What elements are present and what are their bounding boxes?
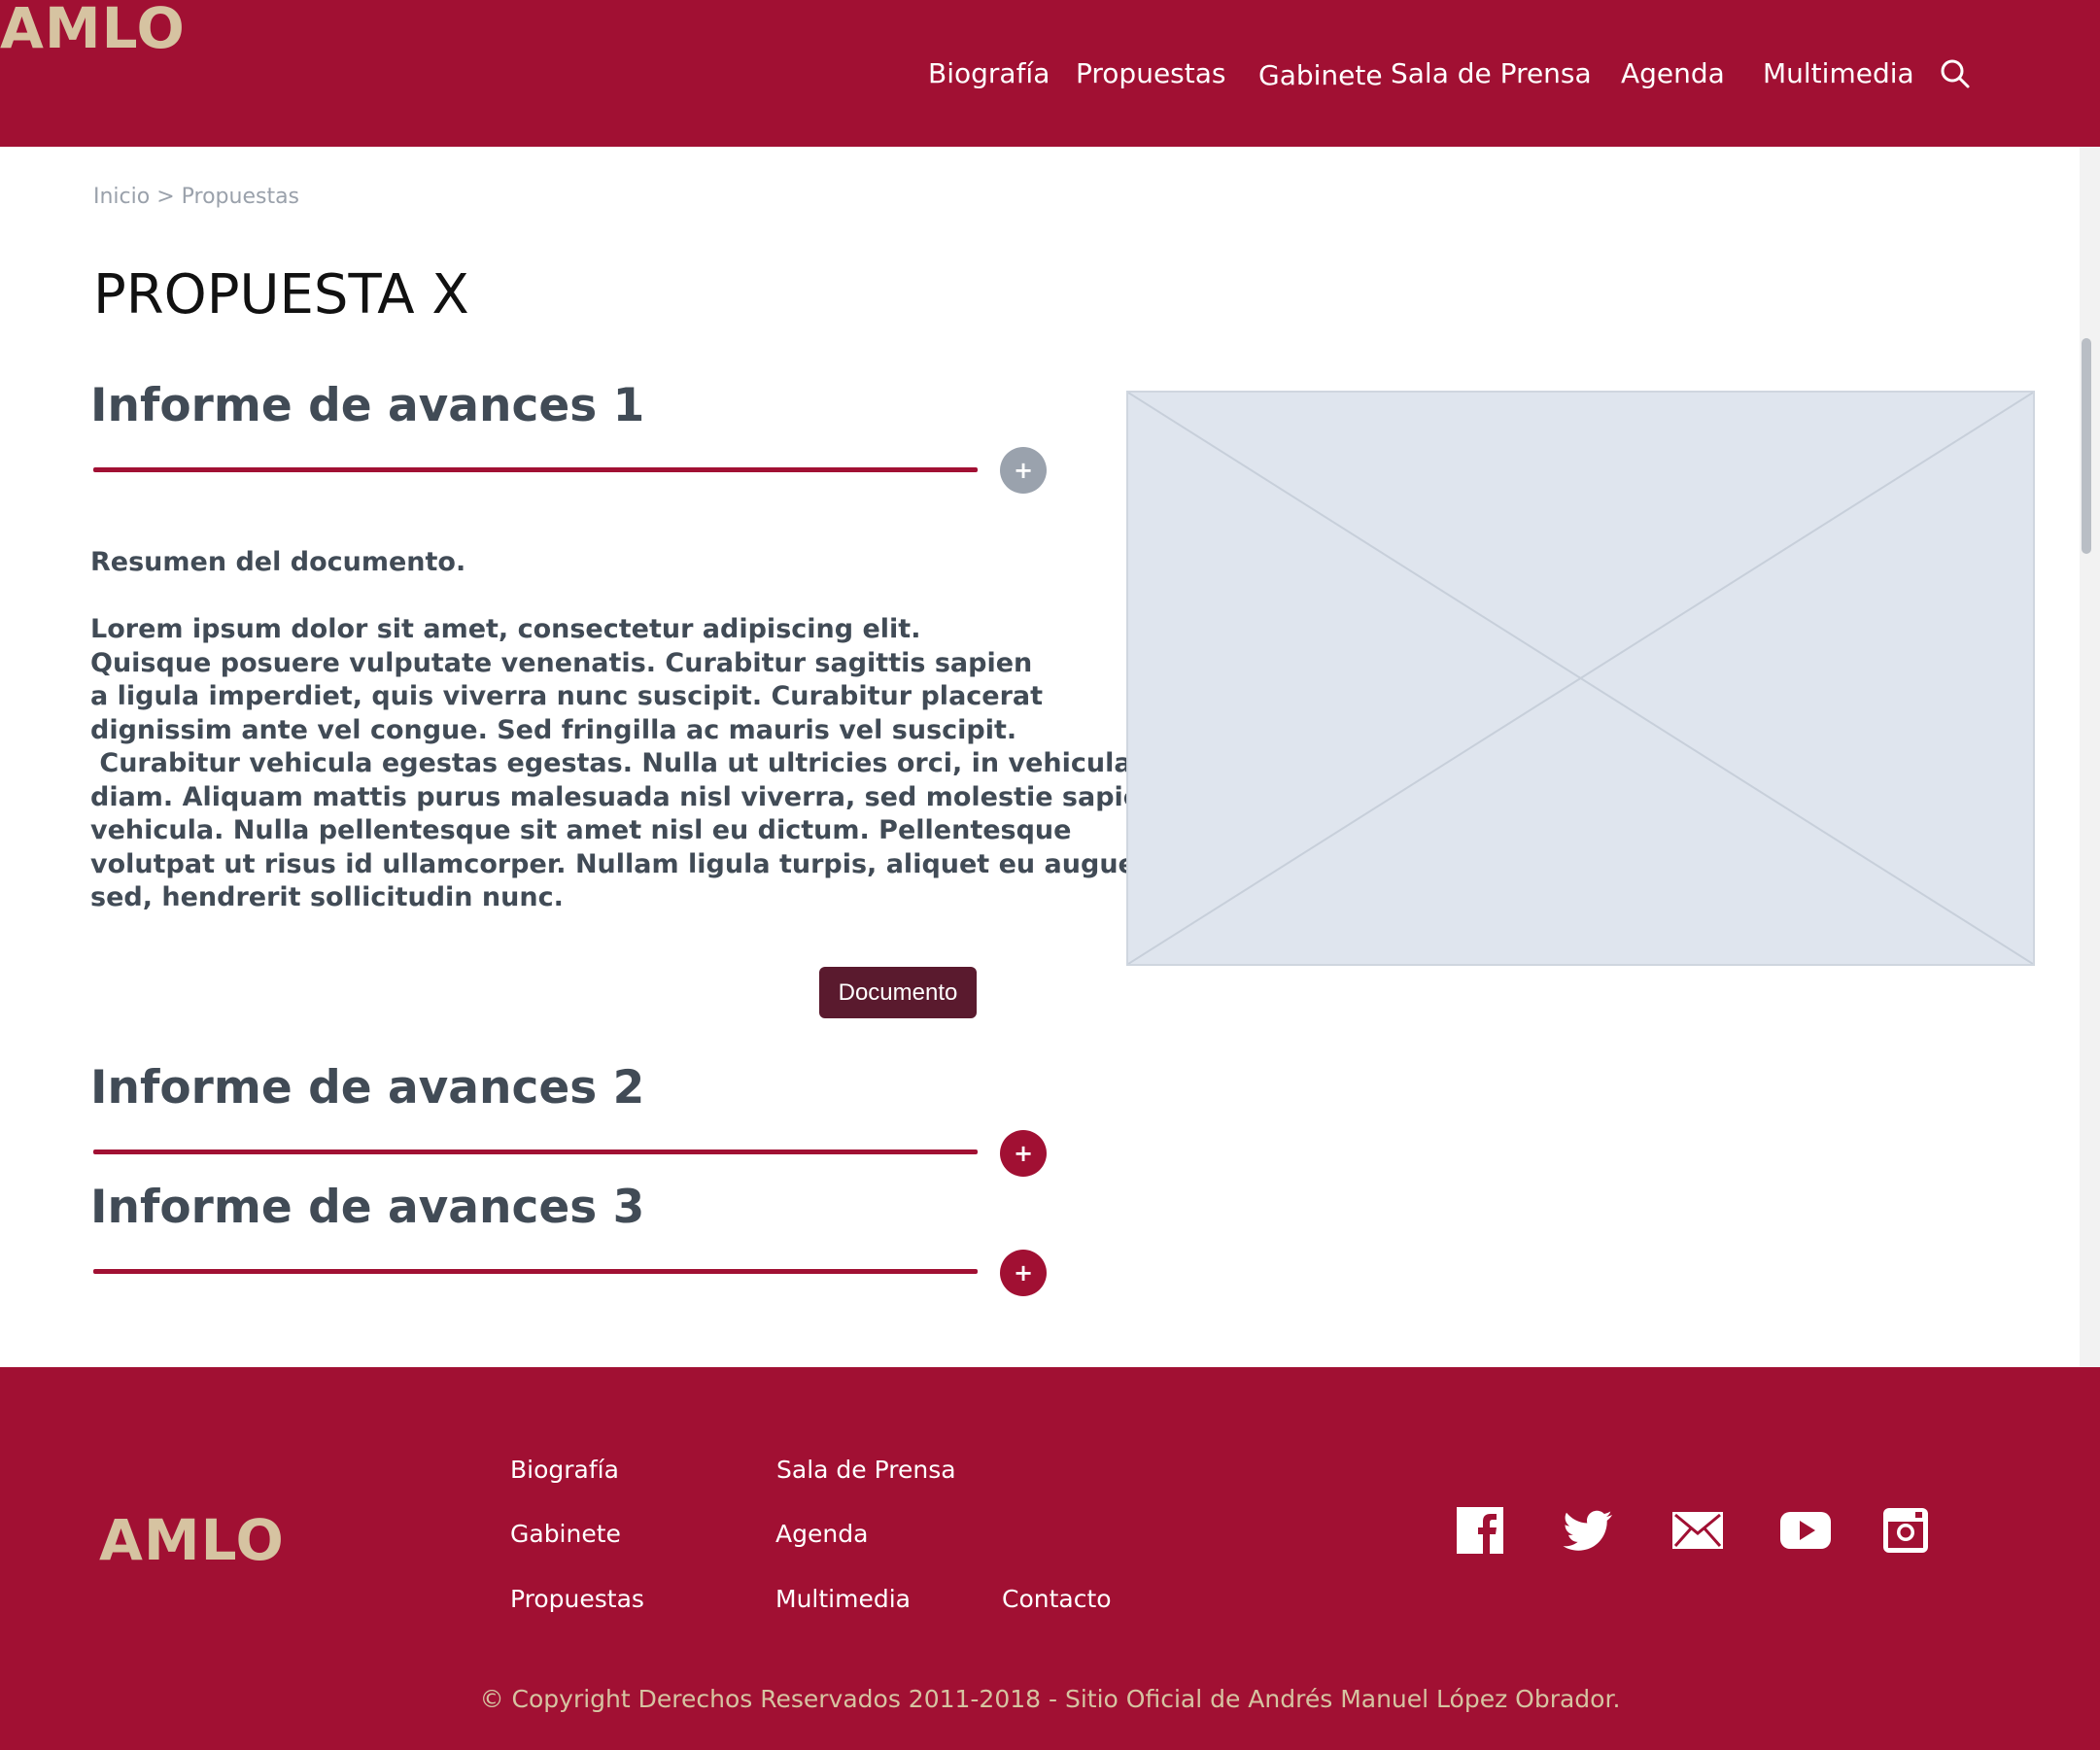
footer-link-propuestas[interactable]: Propuestas [510,1584,644,1615]
section-toggle-3[interactable]: + [1000,1250,1047,1296]
section-title-3[interactable]: Informe de avances 3 [90,1181,644,1235]
nav-multimedia[interactable]: Multimedia [1763,56,1914,91]
footer-link-gabinete[interactable]: Gabinete [510,1519,621,1550]
body-line: diam. Aliquam mattis purus malesuada nis… [90,781,1160,812]
section-toggle-1[interactable]: + [1000,447,1047,494]
body-line: dignissim ante vel congue. Sed fringilla… [90,714,1017,745]
email-icon[interactable] [1671,1504,1724,1557]
body-line: vehicula. Nulla pellentesque sit amet ni… [90,815,1072,845]
header-logo[interactable]: AMLO [0,0,186,56]
body-line: Quisque posuere vulputate venenatis. Cur… [90,647,1033,678]
footer-link-biografia[interactable]: Biografía [510,1455,619,1486]
body-line: Lorem ipsum dolor sit amet, consectetur … [90,614,921,644]
search-icon[interactable] [1938,56,1973,91]
breadcrumb-current[interactable]: Propuestas [182,185,299,209]
twitter-icon[interactable] [1563,1504,1615,1557]
breadcrumb-separator: > [150,185,182,209]
footer-link-agenda[interactable]: Agenda [775,1519,868,1550]
instagram-icon[interactable] [1879,1504,1932,1557]
breadcrumb: Inicio > Propuestas [93,183,299,212]
youtube-icon[interactable] [1779,1504,1832,1557]
placeholder-cross-icon [1128,393,2033,964]
document-summary-heading: Resumen del documento. [90,547,466,577]
footer-link-sala-de-prensa[interactable]: Sala de Prensa [776,1455,956,1486]
footer-logo[interactable]: AMLO [99,1512,285,1568]
image-placeholder [1126,391,2035,966]
document-button[interactable]: Documento [819,967,977,1018]
nav-biografia[interactable]: Biografía [928,56,1050,91]
nav-gabinete[interactable]: Gabinete [1258,58,1383,93]
document-body: Lorem ipsum dolor sit amet, consectetur … [90,613,1160,915]
section-divider-2 [93,1150,978,1154]
section-toggle-2[interactable]: + [1000,1130,1047,1177]
body-line: sed, hendrerit sollicitudin nunc. [90,882,564,912]
body-line: Curabitur vehicula egestas egestas. Null… [90,748,1132,778]
body-line: a ligula imperdiet, quis viverra nunc su… [90,681,1044,711]
section-title-1[interactable]: Informe de avances 1 [90,379,644,433]
section-title-2[interactable]: Informe de avances 2 [90,1061,644,1115]
footer-link-contacto[interactable]: Contacto [1002,1584,1112,1615]
section-divider-3 [93,1269,978,1274]
nav-propuestas[interactable]: Propuestas [1076,56,1225,91]
footer-link-multimedia[interactable]: Multimedia [775,1584,911,1615]
breadcrumb-home[interactable]: Inicio [93,185,150,209]
nav-agenda[interactable]: Agenda [1621,56,1725,91]
scrollbar-track[interactable] [2080,147,2100,1367]
scrollbar-thumb[interactable] [2082,338,2091,554]
body-line: volutpat ut risus id ullamcorper. Nullam… [90,848,1136,879]
section-divider-1 [93,467,978,472]
page-title: PROPUESTA X [93,263,469,326]
nav-sala-de-prensa[interactable]: Sala de Prensa [1391,56,1592,91]
copyright-text: © Copyright Derechos Reservados 2011-201… [479,1685,1621,1713]
facebook-icon[interactable] [1454,1504,1506,1557]
